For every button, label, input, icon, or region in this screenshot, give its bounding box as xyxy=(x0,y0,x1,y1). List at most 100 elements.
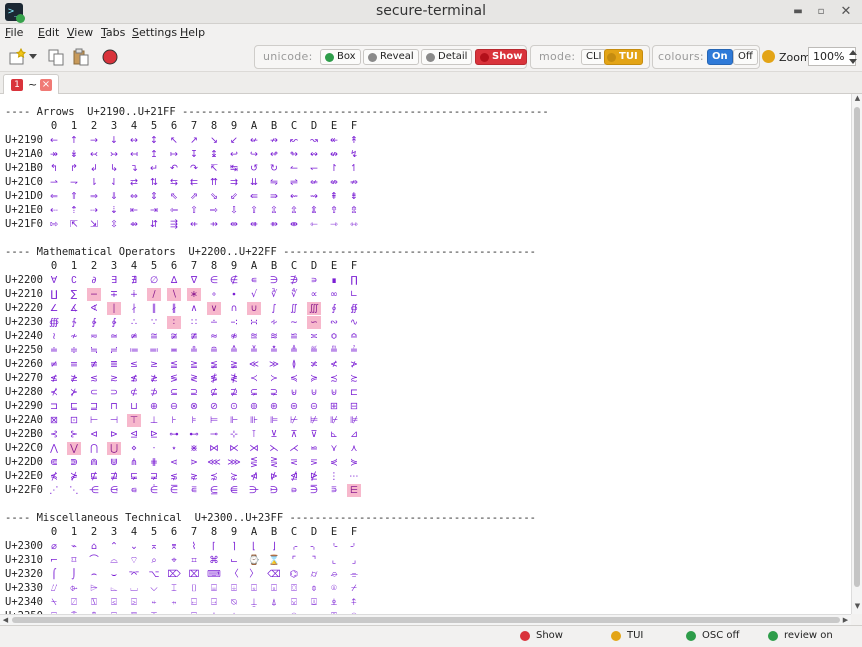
unicode-glyph-cell: ∍ xyxy=(310,275,318,286)
status-item-label: review on xyxy=(784,630,833,641)
unicode-glyph-cell: ↳ xyxy=(110,163,118,174)
column-header: 2 xyxy=(90,260,98,272)
unicode-glyph-cell: ∰ xyxy=(48,317,60,328)
unicode-glyph-cell: ↡ xyxy=(70,149,78,160)
unicode-glyph-cell: ≼ xyxy=(290,373,298,384)
unicode-glyph-cell: ⌍ xyxy=(310,541,318,552)
menu-view[interactable]: View xyxy=(67,26,93,39)
colours-on-button[interactable]: On xyxy=(707,49,733,65)
unicode-glyph-cell: ⌕ xyxy=(151,555,157,566)
menu-label-rest: abs xyxy=(105,26,126,39)
copy-button[interactable] xyxy=(45,46,67,68)
unicode-glyph-cell: ⊕ xyxy=(150,401,158,412)
unicode-glyph-cell: ⌚ xyxy=(248,555,260,566)
unicode-glyph-cell: ≮ xyxy=(330,359,338,370)
unicode-glyph-cell: ⊨ xyxy=(209,415,219,426)
unicode-glyph-cell: ⌅ xyxy=(150,541,158,552)
colours-off-button[interactable]: Off xyxy=(733,49,758,65)
unicode-glyph-cell: ⇥ xyxy=(150,205,158,216)
horizontal-scrollbar[interactable]: ◀ ▶ xyxy=(0,614,851,625)
scroll-up-icon[interactable]: ▲ xyxy=(852,94,862,102)
unicode-glyph-cell: ⌠ xyxy=(51,569,57,580)
unicode-glyph-cell: ⊬ xyxy=(289,415,299,426)
unicode-glyph-cell: ⌋ xyxy=(272,541,276,552)
unicode-glyph-cell: ↚ xyxy=(250,135,258,146)
unicode-glyph-cell: ∶ xyxy=(167,316,181,329)
menu-edit[interactable]: Edit xyxy=(38,26,59,39)
unicode-glyph-cell: ⋥ xyxy=(150,471,158,482)
scroll-right-icon[interactable]: ▶ xyxy=(840,616,851,624)
mode-tui-button[interactable]: TUI xyxy=(604,49,643,65)
unicode-glyph-cell: ≐ xyxy=(50,345,58,356)
unicode-glyph-cell: ⇅ xyxy=(150,177,158,188)
menu-file[interactable]: File xyxy=(5,26,23,39)
unicode-reveal-button[interactable]: Reveal xyxy=(363,49,419,65)
unicode-glyph-cell: ↝ xyxy=(310,135,318,146)
minimize-icon[interactable]: ▬ xyxy=(790,4,806,20)
unicode-glyph-cell: ⊴ xyxy=(130,429,138,440)
column-header: 8 xyxy=(210,526,218,538)
unicode-glyph-cell: ≶ xyxy=(170,373,178,384)
column-header: 4 xyxy=(130,260,138,272)
new-session-button[interactable] xyxy=(6,46,28,68)
unicode-glyph-cell: ↷ xyxy=(190,163,198,174)
column-header: 7 xyxy=(190,120,198,132)
unicode-glyph-cell: ≱ xyxy=(70,373,78,384)
record-button[interactable] xyxy=(99,46,121,68)
unicode-glyph-cell: ⇐ xyxy=(50,191,58,202)
column-header: F xyxy=(350,120,358,132)
unicode-glyph-cell: ⋙ xyxy=(227,457,241,468)
vertical-scroll-thumb[interactable] xyxy=(854,107,860,587)
status-item-show: Show xyxy=(520,630,563,641)
unicode-box-label: Box xyxy=(337,51,356,62)
unicode-glyph-cell: ↸ xyxy=(210,163,218,174)
unicode-glyph-cell: − xyxy=(87,288,101,301)
menu-settings[interactable]: Settings xyxy=(132,26,177,39)
terminal-output[interactable]: ---- Arrows U+2190..U+21FF -------------… xyxy=(0,94,851,614)
unicode-glyph-cell: ⊜ xyxy=(290,401,298,412)
mode-cli-button[interactable]: CLI xyxy=(581,49,607,65)
unicode-glyph-cell: ≩ xyxy=(230,359,238,370)
unicode-glyph-cell: ≗ xyxy=(190,345,198,356)
unicode-glyph-cell: ≓ xyxy=(110,345,118,356)
scroll-left-icon[interactable]: ◀ xyxy=(0,616,11,624)
tab-close-icon[interactable]: × xyxy=(40,79,52,91)
unicode-glyph-cell: ⇌ xyxy=(290,177,298,188)
unicode-glyph-cell: ⍂ xyxy=(91,597,97,608)
unicode-glyph-cell: ↖ xyxy=(170,135,178,146)
unicode-glyph-cell: ⇵ xyxy=(150,219,158,230)
unicode-glyph-cell: ⌜ xyxy=(291,555,297,566)
zoom-spinner[interactable] xyxy=(848,48,858,66)
unicode-show-button[interactable]: Show xyxy=(475,49,528,65)
scroll-down-icon[interactable]: ▼ xyxy=(852,602,862,610)
unicode-glyph-cell: ⌒ xyxy=(89,555,99,566)
unicode-glyph-cell: ∂ xyxy=(91,275,97,286)
new-session-dropdown[interactable] xyxy=(27,46,39,68)
column-header: F xyxy=(350,526,358,538)
horizontal-scroll-thumb[interactable] xyxy=(12,617,840,623)
column-header: C xyxy=(290,260,298,272)
menu-tabs[interactable]: Tabs xyxy=(101,26,125,39)
unicode-glyph-cell: ⌝ xyxy=(311,555,317,566)
menu-help[interactable]: Help xyxy=(180,26,205,39)
unicode-glyph-cell: ⇯ xyxy=(350,205,358,216)
unicode-reveal-label: Reveal xyxy=(380,51,414,62)
unicode-glyph-cell: ⇃ xyxy=(110,177,118,188)
unicode-glyph-cell: ↺ xyxy=(250,163,258,174)
unicode-glyph-cell: ⊒ xyxy=(90,401,98,412)
row-codepoint-label: U+2270 xyxy=(5,372,43,384)
maximize-icon[interactable]: ▫ xyxy=(813,4,829,20)
unicode-glyph-cell: ∉ xyxy=(229,275,239,286)
vertical-scrollbar[interactable]: ▲ ▼ xyxy=(851,94,862,614)
column-header: 2 xyxy=(90,120,98,132)
paste-button[interactable] xyxy=(70,46,92,68)
unicode-glyph-cell: ⋽ xyxy=(309,485,319,496)
unicode-glyph-cell: ⋵ xyxy=(149,485,159,496)
close-window-icon[interactable]: ✕ xyxy=(838,4,854,20)
unicode-glyph-cell: ⇄ xyxy=(130,177,138,188)
tab-home[interactable]: 1 ~ × xyxy=(3,74,59,94)
unicode-detail-button[interactable]: Detail xyxy=(421,49,473,65)
title-bar[interactable]: >_ secure-terminal ▬ ▫ ✕ xyxy=(0,0,862,24)
unicode-box-button[interactable]: Box xyxy=(320,49,361,65)
unicode-glyph-cell: ⇞ xyxy=(330,191,338,202)
